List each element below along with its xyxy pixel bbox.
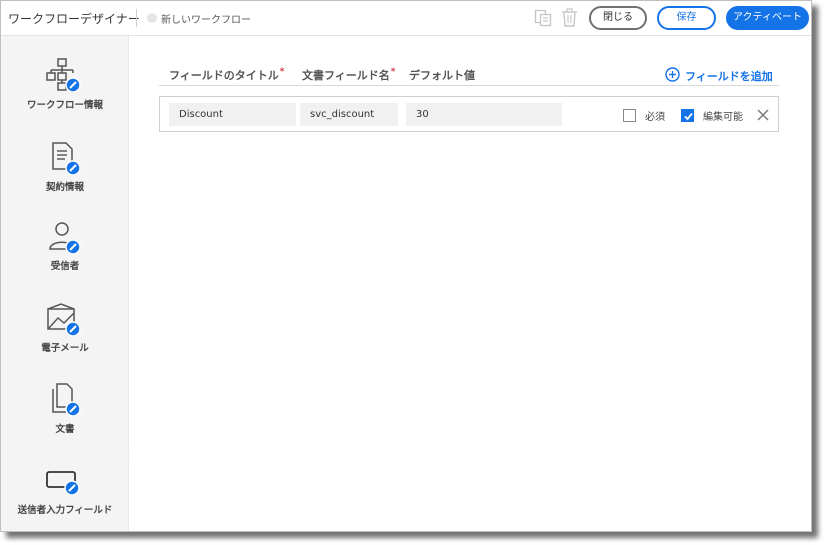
sidebar-item-label: 受信者: [50, 261, 80, 272]
main-panel: フィールドのタイトル* 文書フィールド名* デフォルト値 フィールドを追加 必須: [129, 36, 811, 531]
app-window: ワークフローデザイナー 新しいワークフロー 閉じる 保存 アクティベート ワーク…: [0, 0, 812, 532]
header-divider: [159, 85, 779, 86]
sidebar-item-email[interactable]: 電子メール: [1, 303, 129, 383]
sidebar-item-sender-fields[interactable]: 送信者入力フィールド: [1, 466, 129, 531]
sidebar-item-label: 文書: [55, 424, 75, 435]
sidebar-item-label: 電子メール: [41, 343, 89, 354]
sidebar-item-recipients[interactable]: 受信者: [1, 221, 129, 301]
user-icon: [49, 222, 81, 255]
save-button[interactable]: 保存: [657, 6, 716, 30]
field-row: 必須 編集可能: [159, 96, 779, 132]
sidebar-item-documents[interactable]: 文書: [1, 383, 129, 463]
close-button[interactable]: 閉じる: [589, 6, 647, 30]
field-icon: [46, 471, 80, 496]
sidebar-item-label: 契約情報: [45, 182, 84, 193]
checkmark-icon: [684, 112, 693, 121]
activate-button[interactable]: アクティベート: [726, 6, 809, 30]
status-dot-icon: [147, 13, 157, 23]
field-name-input[interactable]: [300, 103, 398, 126]
required-checkbox[interactable]: [623, 109, 636, 122]
header-divider: [136, 9, 137, 27]
sidebar-item-contract-info[interactable]: 契約情報: [1, 141, 129, 221]
header-bar: ワークフローデザイナー 新しいワークフロー 閉じる 保存 アクティベート: [1, 1, 811, 36]
files-icon: [52, 383, 81, 417]
column-header-name: 文書フィールド名*: [302, 67, 396, 82]
copy-icon[interactable]: [534, 9, 552, 27]
workflow-name[interactable]: 新しいワークフロー: [161, 11, 251, 26]
workflow-icon: [46, 58, 81, 92]
column-header-title: フィールドのタイトル*: [169, 67, 285, 82]
trash-icon[interactable]: [561, 8, 578, 27]
editable-checkbox[interactable]: [681, 109, 694, 122]
sidebar: ワークフロー情報 契約情報 受信者 電子メール 文書 送信者入力フィールド: [1, 36, 129, 531]
editable-label: 編集可能: [703, 112, 743, 123]
close-icon[interactable]: [756, 108, 770, 122]
sidebar-item-label: 送信者入力フィールド: [17, 505, 113, 516]
email-icon: [47, 303, 81, 337]
document-icon: [52, 142, 81, 175]
field-title-input[interactable]: [169, 103, 296, 126]
column-header-default: デフォルト値: [409, 69, 475, 82]
field-default-input[interactable]: [406, 103, 562, 126]
sidebar-item-workflow-info[interactable]: ワークフロー情報: [1, 58, 129, 138]
required-label: 必須: [645, 112, 665, 123]
sidebar-item-label: ワークフロー情報: [26, 100, 103, 111]
plus-circle-icon: [665, 67, 680, 82]
app-title: ワークフローデザイナー: [8, 12, 140, 26]
